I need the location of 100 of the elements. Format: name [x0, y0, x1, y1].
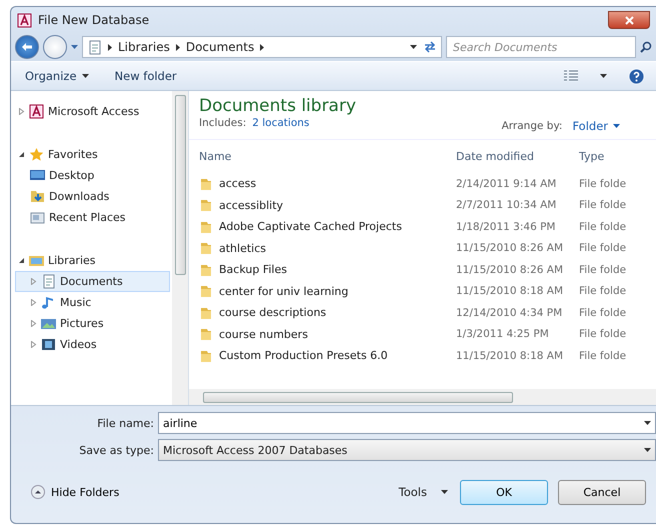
file-name-field[interactable]: airline	[158, 412, 656, 434]
navigation-item[interactable]: Desktop	[15, 165, 170, 186]
file-name: access	[219, 177, 256, 190]
file-name-cell[interactable]: center for univ learning	[199, 284, 456, 298]
navigation-item[interactable]: Videos	[15, 334, 170, 355]
caret-icon	[410, 45, 417, 49]
breadcrumb[interactable]: Libraries	[118, 40, 170, 54]
date-cell-text: 2/7/2011 10:34 AM	[456, 199, 558, 212]
breadcrumb-arrow-icon[interactable]	[108, 44, 112, 50]
caret-icon	[644, 448, 651, 452]
collapsed-arrow-icon[interactable]	[30, 320, 37, 327]
scrollbar[interactable]	[172, 91, 188, 405]
navigation-item[interactable]: Documents	[15, 271, 170, 292]
navigation-item[interactable]: Microsoft Access	[15, 101, 170, 122]
file-name-cell[interactable]: Backup Files	[199, 262, 456, 277]
caret-icon	[441, 490, 448, 494]
tools-button[interactable]: Tools	[396, 483, 450, 501]
navigation-item[interactable]: Libraries	[15, 250, 170, 271]
type-cell-text: File folde	[579, 178, 628, 190]
close-icon	[624, 16, 634, 24]
file-name: Adobe Captivate Cached Projects	[219, 220, 402, 234]
navigation-item[interactable]: Favorites	[15, 144, 170, 165]
type-cell-text: File folde	[579, 264, 628, 276]
navigation-label: Pictures	[60, 317, 104, 330]
library-icon	[29, 253, 44, 268]
file-name-cell[interactable]: accessiblity	[199, 198, 456, 212]
caret-icon	[613, 124, 620, 128]
folder-icon	[199, 348, 213, 363]
date-cell-text: 1/3/2011 4:25 PM	[456, 328, 550, 340]
column-header[interactable]: Date modified	[456, 150, 579, 163]
music-note-icon	[41, 295, 56, 310]
navigation-item[interactable]: Recent Places	[15, 207, 170, 228]
navigation-label: Music	[60, 296, 92, 309]
address-bar[interactable]: Libraries Documents	[82, 36, 442, 58]
file-name: course numbers	[219, 328, 308, 341]
navigation-label: Favorites	[48, 148, 98, 161]
ok-button[interactable]: OK	[460, 480, 548, 504]
navigation-label: Documents	[60, 275, 123, 288]
arrange-by-dropdown[interactable]: Folder	[570, 116, 622, 134]
new-folder-button[interactable]: New folder	[112, 67, 179, 85]
horizontal-scrollbar[interactable]	[189, 389, 656, 405]
pictures-icon	[41, 316, 56, 331]
expanded-arrow-icon[interactable]	[18, 257, 25, 264]
file-name-cell[interactable]: course numbers	[199, 327, 456, 342]
navigation-label: Videos	[60, 338, 97, 351]
date-cell-text: 11/15/2010 8:18 AM	[456, 285, 564, 298]
type-cell-text: File folde	[579, 328, 628, 340]
document-icon	[87, 40, 102, 54]
column-header[interactable]: Name	[199, 150, 456, 163]
collapsed-arrow-icon[interactable]	[30, 341, 37, 348]
back-button[interactable]	[15, 35, 39, 59]
includes-label: Includes:	[199, 117, 246, 129]
refresh-icon[interactable]	[423, 41, 437, 53]
file-name-cell[interactable]: course descriptions	[199, 306, 456, 320]
recent-places-icon	[30, 210, 45, 225]
breadcrumb-arrow-icon[interactable]	[176, 44, 180, 50]
folder-icon	[199, 241, 213, 256]
navigation-item[interactable]: Music	[15, 292, 170, 313]
file-name-cell[interactable]: Adobe Captivate Cached Projects	[199, 220, 456, 234]
document-icon	[41, 274, 56, 289]
breadcrumb-arrow-icon[interactable]	[260, 44, 264, 50]
date-cell-text: 12/14/2010 4:34 PM	[456, 306, 564, 319]
file-name-cell[interactable]: access	[199, 176, 456, 191]
caret-icon	[82, 74, 89, 78]
folder-icon	[199, 262, 213, 277]
navigation-label: Libraries	[48, 254, 96, 267]
file-name-cell[interactable]: Custom Production Presets 6.0	[199, 348, 456, 363]
organize-button[interactable]: Organize	[23, 67, 91, 85]
navigation-item[interactable]: Downloads	[15, 186, 170, 207]
save-as-type-dropdown[interactable]: Microsoft Access 2007 Databases	[158, 439, 656, 461]
help-icon[interactable]	[629, 68, 644, 84]
search-icon[interactable]	[640, 41, 652, 53]
breadcrumb[interactable]: Documents	[186, 40, 254, 54]
hide-folders-button[interactable]: Hide Folders	[31, 485, 120, 499]
save-as-type-label: Save as type:	[78, 444, 154, 456]
arrange-by-label: Arrange by:	[502, 120, 562, 132]
file-name-cell[interactable]: athletics	[199, 241, 456, 256]
cancel-button[interactable]: Cancel	[558, 480, 646, 504]
collapsed-arrow-icon[interactable]	[30, 299, 37, 306]
navigation-label: Downloads	[49, 190, 110, 203]
close-button[interactable]	[608, 11, 650, 29]
expanded-arrow-icon[interactable]	[18, 151, 25, 158]
type-cell-text: File folde	[579, 285, 628, 298]
folder-icon	[199, 220, 213, 234]
locations-link[interactable]: 2 locations	[252, 117, 310, 129]
file-name: athletics	[219, 242, 266, 255]
video-icon	[41, 337, 56, 352]
date-cell-text: 11/15/2010 8:18 AM	[456, 350, 564, 362]
back-arrow-icon	[21, 42, 33, 52]
search-field[interactable]: Search Documents	[446, 36, 636, 58]
view-options-icon[interactable]	[564, 70, 578, 82]
download-icon	[30, 189, 45, 204]
collapsed-arrow-icon[interactable]	[30, 278, 37, 285]
file-name: course descriptions	[219, 306, 326, 320]
forward-button[interactable]	[43, 35, 67, 59]
collapsed-arrow-icon[interactable]	[18, 108, 25, 115]
window-title: File New Database	[38, 13, 150, 27]
column-header[interactable]: Type	[579, 150, 656, 163]
navigation-item[interactable]: Pictures	[15, 313, 170, 334]
file-name-label: File name:	[96, 416, 154, 430]
